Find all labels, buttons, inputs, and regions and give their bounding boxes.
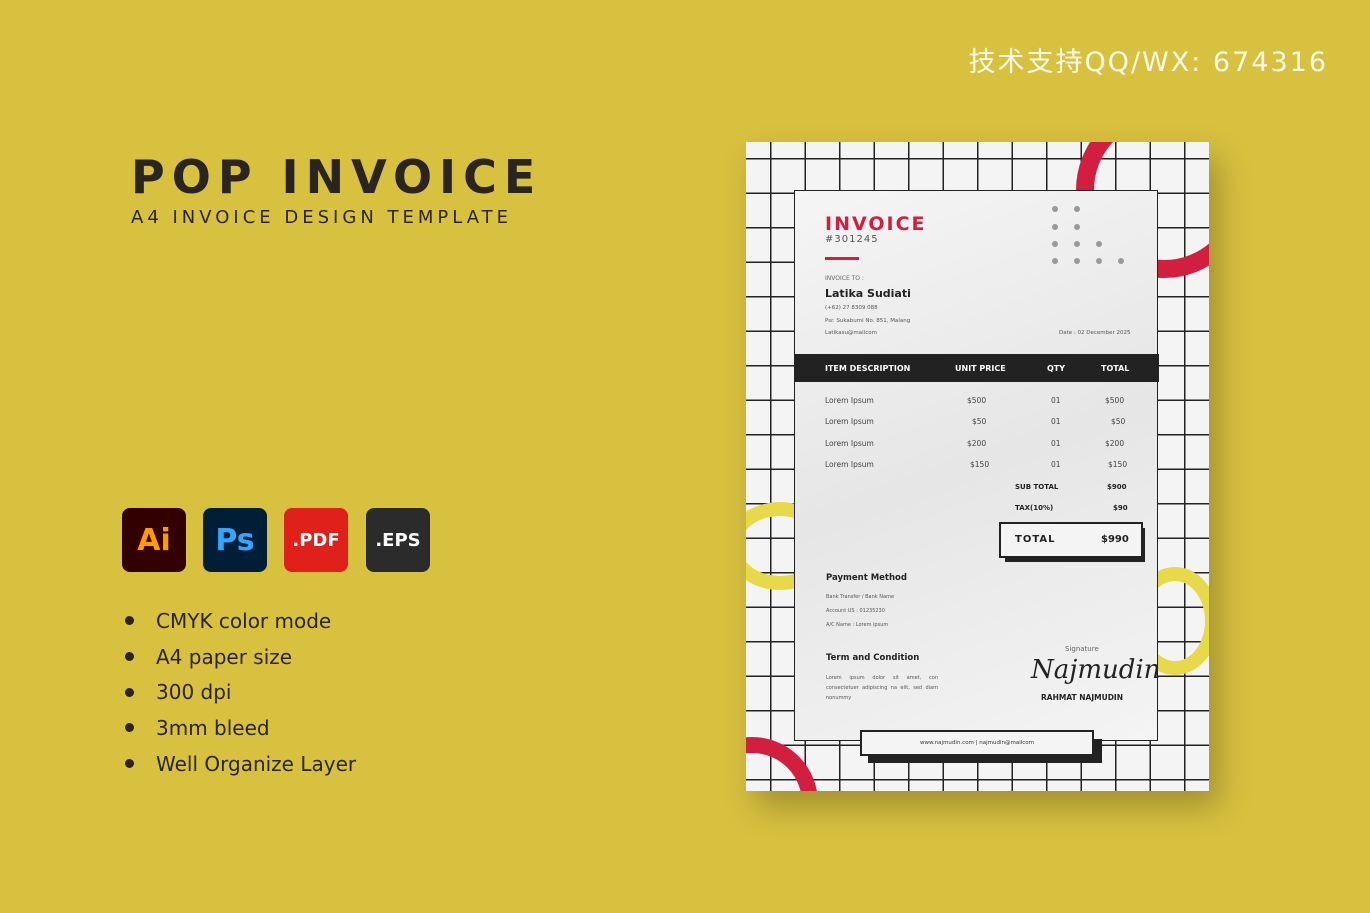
signer-name: RAHMAT NAJMUDIN [1041, 693, 1123, 702]
signature-label: Signature [1065, 645, 1099, 653]
total-box: TOTAL $990 [999, 522, 1143, 558]
terms-title: Term and Condition [826, 653, 920, 663]
pdf-icon: .PDF [284, 508, 348, 572]
payment-line: A/C Name : Lorem ipsum [826, 622, 889, 628]
footer-contact: www.najmudin.com | najmudin@mailcom [860, 730, 1094, 756]
invoice-heading: INVOICE [825, 213, 927, 235]
feature-item: A4 paper size [125, 639, 356, 675]
client-phone: (+62) 27 8309 088 [825, 305, 878, 311]
feature-item: Well Organize Layer [125, 746, 356, 782]
signature: Najmudin [1031, 655, 1161, 685]
subtotal-value: $900 [1107, 483, 1127, 491]
table-header: ITEM DESCRIPTION UNIT PRICE QTY TOTAL [795, 354, 1159, 382]
eps-icon: .EPS [366, 508, 430, 572]
watermark: 技术支持QQ/WX: 674316 [968, 47, 1328, 78]
invoice-preview: INVOICE #301245 INVOICE TO : Latika Sudi… [746, 142, 1209, 791]
invoice-to-label: INVOICE TO : [825, 275, 864, 282]
feature-item: CMYK color mode [125, 603, 356, 639]
feature-item: 300 dpi [125, 674, 356, 710]
feature-item: 3mm bleed [125, 710, 356, 746]
invoice-card: INVOICE #301245 INVOICE TO : Latika Sudi… [794, 190, 1161, 741]
red-ring-decoration [746, 737, 818, 791]
payment-line: Account US : 01235230 [826, 608, 885, 614]
accent-bar [825, 257, 859, 260]
client-name: Latika Sudiati [825, 287, 911, 300]
page-title: POP INVOICE [131, 150, 543, 204]
tax-value: $90 [1113, 504, 1128, 512]
client-address: Psr. Sukabumi No. 851, Malang [825, 318, 911, 324]
page-subtitle: A4 INVOICE DESIGN TEMPLATE [131, 207, 512, 228]
illustrator-icon: Ai [122, 508, 186, 572]
terms-text: Lorem ipsum dolor sit amet, con consecte… [826, 675, 938, 701]
invoice-number: #301245 [825, 234, 879, 245]
invoice-date: Date : 02 December 2025 [1059, 330, 1131, 336]
tax-label: TAX(10%) [1015, 504, 1054, 512]
photoshop-icon: Ps [203, 508, 267, 572]
payment-title: Payment Method [826, 573, 907, 583]
feature-list: CMYK color mode A4 paper size 300 dpi 3m… [125, 603, 356, 781]
subtotal-label: SUB TOTAL [1015, 483, 1059, 491]
client-email: Latikasu@mailcom [825, 330, 877, 336]
payment-line: Bank Transfer / Bank Name [826, 594, 895, 600]
dot-pattern [1052, 206, 1124, 264]
